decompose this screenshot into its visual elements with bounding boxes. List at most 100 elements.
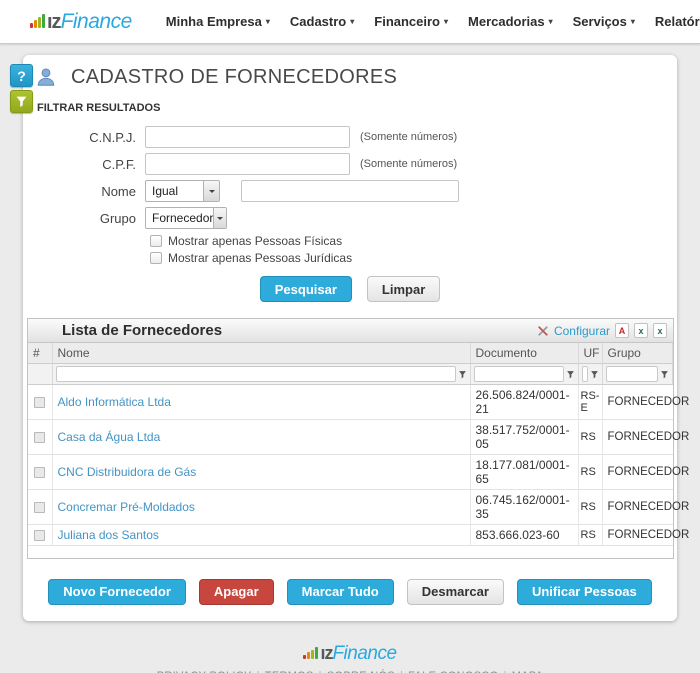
nav-item-cadastro[interactable]: Cadastro ▾: [290, 14, 354, 29]
cpf-label: C.P.F.: [102, 156, 136, 172]
side-buttons: ?: [10, 64, 33, 116]
chevron-down-icon: ▾: [350, 16, 355, 26]
row-checkbox[interactable]: [34, 529, 46, 541]
delete-button[interactable]: Apagar: [198, 578, 274, 605]
filter-nome-input[interactable]: [55, 366, 456, 382]
checkbox-pessoas-juridicas[interactable]: Mostrar apenas Pessoas Jurídicas: [150, 251, 677, 265]
supplier-link[interactable]: Concremar Pré-Moldados: [58, 500, 195, 514]
uf-cell: RS-E: [578, 384, 603, 420]
content-panel: CADASTRO DE FORNECEDORES FILTRAR RESULTA…: [23, 55, 689, 621]
uf-cell: RS: [578, 524, 603, 546]
person-icon: [37, 68, 55, 86]
export-excel-icon[interactable]: x: [634, 323, 648, 338]
unify-people-button[interactable]: Unificar Pessoas: [516, 578, 652, 605]
documento-cell: 26.506.824/0001-21: [470, 384, 579, 420]
cnpj-input[interactable]: [145, 126, 350, 148]
nav-item-financeiro[interactable]: Financeiro ▾: [374, 14, 448, 29]
documento-cell: 853.666.023-60: [470, 524, 579, 546]
nav-item-minha-empresa[interactable]: Minha Empresa ▾: [166, 14, 270, 29]
grupo-select[interactable]: Fornecedor: [145, 207, 227, 229]
nav-item-mercadorias[interactable]: Mercadorias ▾: [468, 14, 553, 29]
cpf-input[interactable]: [145, 153, 350, 175]
deselect-button[interactable]: Desmarcar: [406, 578, 504, 605]
checkbox-pessoas-fisicas[interactable]: Mostrar apenas Pessoas Físicas: [150, 234, 677, 248]
footer-links: PRIVACY POLICY|TERMOS|SOBRE NÓS|FALE CON…: [0, 670, 700, 673]
logo-text-prefix: ız: [47, 10, 62, 33]
footer-logo: ız Finance: [303, 643, 397, 665]
filter-documento-input[interactable]: [473, 366, 564, 382]
nav-item-relatorios[interactable]: Relatórios▾: [655, 14, 700, 29]
export-pdf-icon[interactable]: A: [615, 323, 629, 338]
table-row: CNC Distribuidora de Gás 18.177.081/0001…: [28, 454, 689, 490]
col-header-nome[interactable]: Nome: [52, 343, 471, 364]
table-filter-row: [28, 363, 673, 385]
nome-label: Nome: [101, 183, 136, 199]
table-row: Aldo Informática Ltda 26.506.824/0001-21…: [28, 384, 689, 420]
nome-input[interactable]: [241, 180, 459, 202]
funnel-icon: [16, 96, 27, 108]
row-checkbox[interactable]: [34, 396, 46, 408]
grupo-cell: FORNECEDOR: [602, 524, 689, 546]
help-button[interactable]: ?: [10, 64, 33, 87]
export-excel-all-icon[interactable]: x: [653, 323, 667, 338]
grupo-label: Grupo: [99, 210, 136, 226]
chevron-down-icon: ▾: [265, 16, 270, 26]
filter-toggle-button[interactable]: [10, 90, 33, 113]
filter-grupo-input[interactable]: [605, 366, 658, 382]
chevron-down-icon: ▾: [630, 16, 635, 26]
table-title-bar: Lista de Fornecedores Configurar A x x: [28, 319, 673, 343]
filter-funnel-icon[interactable]: [566, 370, 575, 379]
select-all-button[interactable]: Marcar Tudo: [286, 578, 394, 605]
page-header: CADASTRO DE FORNECEDORES: [23, 65, 677, 89]
logo-text-main: Finance: [60, 9, 133, 33]
supplier-link[interactable]: CNC Distribuidora de Gás: [58, 465, 197, 479]
supplier-link[interactable]: Aldo Informática Ltda: [58, 395, 171, 409]
uf-cell: RS: [578, 419, 603, 455]
footer-link-mapa[interactable]: MAPA: [512, 670, 544, 673]
row-checkbox[interactable]: [34, 501, 46, 513]
filter-funnel-icon[interactable]: [458, 370, 467, 379]
col-header-documento[interactable]: Documento: [470, 343, 579, 364]
supplier-link[interactable]: Casa da Água Ltda: [58, 430, 161, 444]
checkbox-group: Mostrar apenas Pessoas Físicas Mostrar a…: [150, 234, 677, 265]
top-nav: ız Finance Minha Empresa ▾ Cadastro ▾ Fina…: [0, 0, 700, 44]
table-row: Concremar Pré-Moldados 06.745.162/0001-3…: [28, 489, 689, 525]
supplier-link[interactable]: Juliana dos Santos: [58, 528, 159, 542]
grupo-cell: FORNECEDOR: [602, 419, 689, 455]
checkbox-icon: [150, 235, 162, 247]
filter-funnel-icon[interactable]: [660, 370, 669, 379]
table-row: Juliana dos Santos 853.666.023-60 RS FOR…: [28, 524, 689, 546]
footer: ız Finance PRIVACY POLICY|TERMOS|SOBRE N…: [0, 643, 700, 673]
footer-link-termos[interactable]: TERMOS: [265, 670, 314, 673]
nav-item-servicos[interactable]: Serviços ▾: [573, 14, 635, 29]
col-header-num[interactable]: #: [28, 343, 53, 364]
grupo-cell: FORNECEDOR: [602, 454, 689, 490]
footer-link-fale-conosco[interactable]: FALE CONOSCO: [408, 670, 498, 673]
cnpj-label: C.N.P.J.: [89, 129, 136, 145]
filter-form: C.N.P.J. (Somente números) C.P.F. (Somen…: [23, 126, 677, 302]
table-header-row: # Nome Documento UF Grupo: [28, 343, 673, 364]
col-header-grupo[interactable]: Grupo: [602, 343, 673, 364]
chevron-down-icon: ▾: [444, 16, 449, 26]
page-title: CADASTRO DE FORNECEDORES: [71, 65, 398, 88]
logo-bars-icon: [303, 646, 319, 659]
row-checkbox[interactable]: [34, 431, 46, 443]
brand-logo[interactable]: ız Finance: [30, 10, 132, 34]
search-button[interactable]: Pesquisar: [259, 276, 352, 302]
col-header-uf[interactable]: UF: [578, 343, 603, 364]
filter-uf-input[interactable]: [581, 366, 588, 382]
row-checkbox[interactable]: [34, 466, 46, 478]
configure-link[interactable]: Configurar: [554, 324, 610, 338]
chevron-down-icon: ▾: [548, 16, 553, 26]
footer-link-sobre-nos[interactable]: SOBRE NÓS: [327, 670, 395, 673]
grupo-cell: FORNECEDOR: [602, 489, 689, 525]
nome-operator-select[interactable]: Igual: [145, 180, 220, 202]
table-row: Casa da Água Ltda 38.517.752/0001-05 RS …: [28, 419, 689, 455]
footer-link-privacy[interactable]: PRIVACY POLICY: [157, 670, 252, 673]
cpf-note: (Somente números): [360, 158, 458, 170]
new-supplier-button[interactable]: Novo Fornecedor: [48, 578, 186, 605]
cnpj-note: (Somente números): [360, 131, 458, 143]
clear-button[interactable]: Limpar: [366, 276, 441, 302]
table-tools: Configurar A x x: [537, 323, 667, 338]
filter-funnel-icon[interactable]: [590, 370, 599, 379]
